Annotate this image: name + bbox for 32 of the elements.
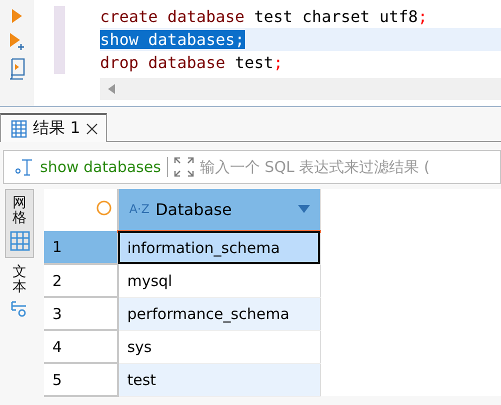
code-line: drop database test; xyxy=(100,52,284,74)
scroll-left-icon[interactable] xyxy=(108,84,115,94)
row-number[interactable]: 3 xyxy=(44,297,118,330)
view-tab[interactable]: 文本 xyxy=(5,258,34,327)
run-add-icon[interactable] xyxy=(9,32,25,50)
run-icon[interactable] xyxy=(11,8,23,24)
close-icon[interactable] xyxy=(86,122,98,134)
row-number[interactable]: 5 xyxy=(44,363,118,396)
table-cell[interactable]: mysql xyxy=(118,264,320,297)
row-number[interactable]: 1 xyxy=(44,231,118,264)
table-cell[interactable]: performance_schema xyxy=(118,297,320,330)
table-cell[interactable]: information_schema xyxy=(118,231,320,264)
row-number[interactable]: 2 xyxy=(44,264,118,297)
table-cell[interactable]: test xyxy=(118,363,320,396)
horizontal-scrollbar[interactable] xyxy=(100,78,501,100)
text-cursor-icon xyxy=(14,158,34,176)
margin-marker xyxy=(54,6,65,74)
query-text: show databases xyxy=(40,158,161,176)
column-header[interactable]: A·Z Database xyxy=(118,189,320,231)
result-tab[interactable]: 结果 1 xyxy=(0,113,108,142)
script-icon[interactable] xyxy=(8,58,26,80)
row-number[interactable]: 4 xyxy=(44,330,118,363)
table-icon xyxy=(11,120,27,138)
sort-label: A·Z xyxy=(129,202,150,216)
caret-icon[interactable] xyxy=(298,205,310,214)
view-tab[interactable]: 网格 xyxy=(5,189,34,258)
grid-icon xyxy=(10,230,30,251)
table-cell[interactable]: sys xyxy=(118,330,320,363)
tab-label: 结果 1 xyxy=(33,118,80,139)
circle-icon xyxy=(96,200,112,216)
expand-icon[interactable] xyxy=(174,157,194,177)
code-line: create database test charset utf8; xyxy=(100,6,428,28)
